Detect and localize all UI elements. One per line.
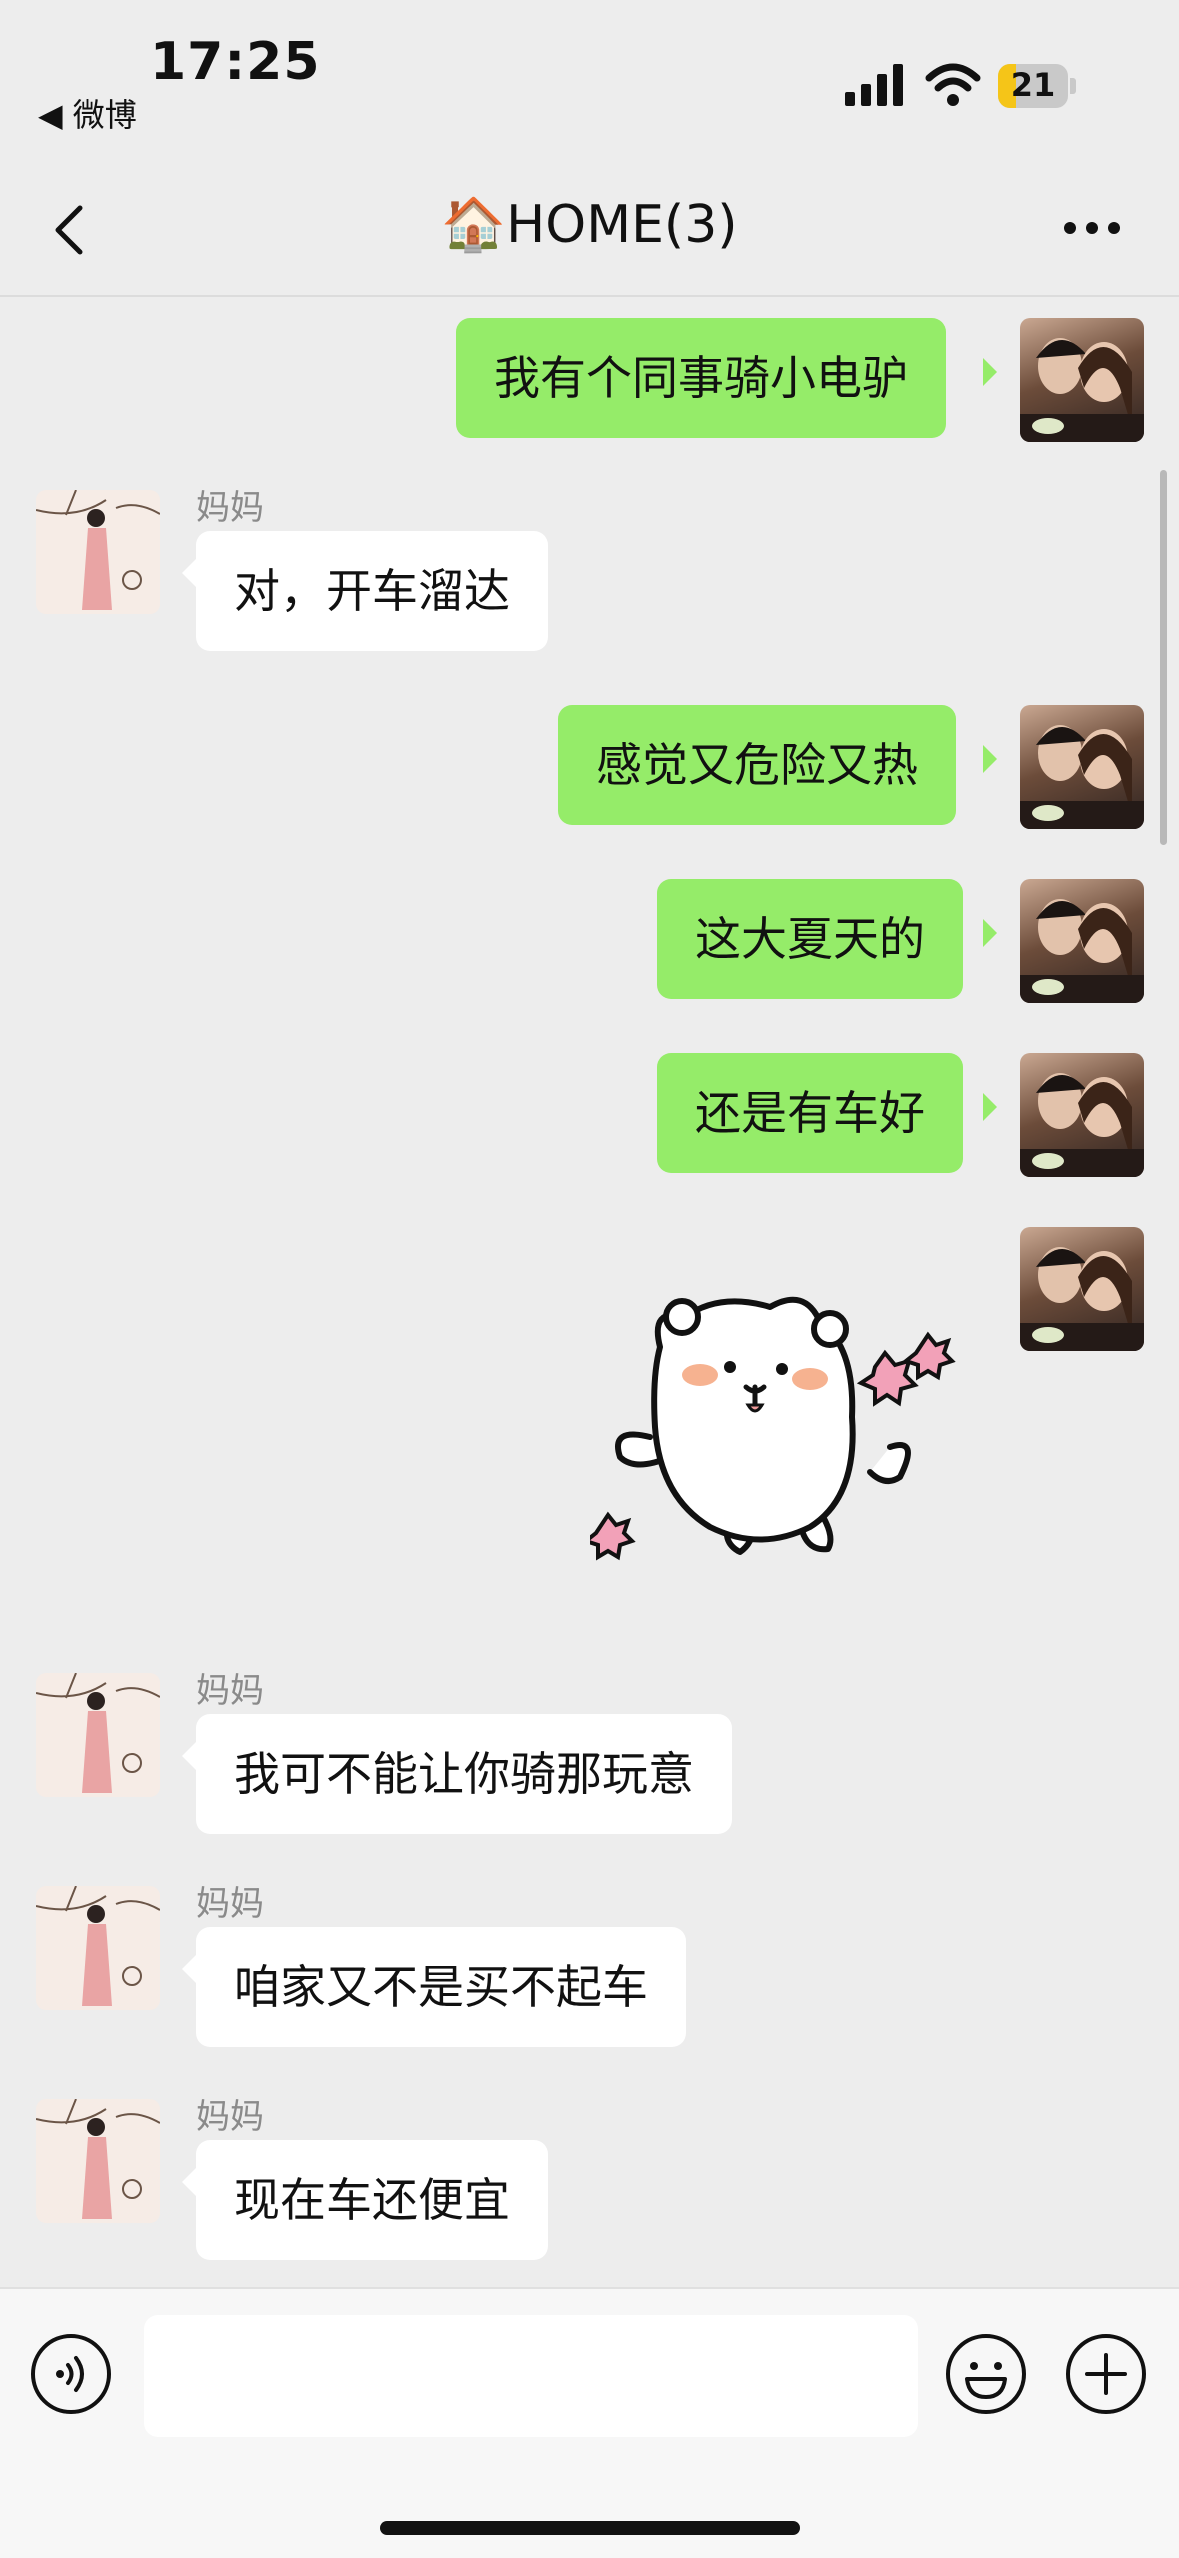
message-input[interactable] [144, 2315, 918, 2437]
home-indicator[interactable] [380, 2521, 800, 2535]
mom-avatar[interactable] [36, 490, 160, 614]
my-avatar[interactable] [1020, 705, 1144, 829]
message-bubble-me[interactable]: 这大夏天的 [657, 879, 963, 999]
signal-icon [845, 64, 903, 106]
message-bubble-me[interactable]: 还是有车好 [657, 1053, 963, 1173]
status-time: 17:25 [150, 32, 321, 92]
sender-name: 妈妈 [196, 1884, 264, 1924]
message-bubble-mom[interactable]: 现在车还便宜 [196, 2140, 548, 2260]
back-to-app-link[interactable]: ◀ 微博 [38, 90, 137, 136]
mom-avatar[interactable] [36, 1673, 160, 1797]
mom-avatar[interactable] [36, 1886, 160, 2010]
bear-sticker[interactable] [590, 1287, 990, 1577]
battery-level: 21 [1010, 66, 1056, 104]
chat-title: 🏠HOME(3) [441, 195, 738, 255]
voice-icon[interactable] [30, 2333, 112, 2415]
sender-name: 妈妈 [196, 1671, 264, 1711]
my-avatar[interactable] [1020, 1227, 1144, 1351]
chat-header: 🏠HOME(3) [0, 160, 1179, 297]
mom-avatar[interactable] [36, 2099, 160, 2223]
wifi-icon [925, 63, 981, 106]
scrollbar[interactable] [1160, 470, 1167, 845]
battery-indicator: 21 [998, 64, 1076, 108]
message-bubble-me[interactable]: 我有个同事骑小电驴 [456, 318, 946, 438]
emoji-icon[interactable] [945, 2333, 1027, 2415]
my-avatar[interactable] [1020, 879, 1144, 1003]
plus-icon[interactable] [1065, 2333, 1147, 2415]
more-icon[interactable] [1062, 218, 1122, 238]
status-bar: 17:25 ◀ 微博 21 [0, 0, 1179, 160]
my-avatar[interactable] [1020, 318, 1144, 442]
message-list[interactable]: 我有个同事骑小电驴 妈妈 对，开车溜达 感觉又危险又热 这大夏天的 还是有车好 … [0, 297, 1179, 2287]
message-bubble-mom[interactable]: 咱家又不是买不起车 [196, 1927, 686, 2047]
sender-name: 妈妈 [196, 488, 264, 528]
my-avatar[interactable] [1020, 1053, 1144, 1177]
message-bubble-me[interactable]: 感觉又危险又热 [558, 705, 956, 825]
message-bubble-mom[interactable]: 我可不能让你骑那玩意 [196, 1714, 732, 1834]
message-bubble-mom[interactable]: 对，开车溜达 [196, 531, 548, 651]
sender-name: 妈妈 [196, 2097, 264, 2137]
input-bar [0, 2287, 1179, 2558]
